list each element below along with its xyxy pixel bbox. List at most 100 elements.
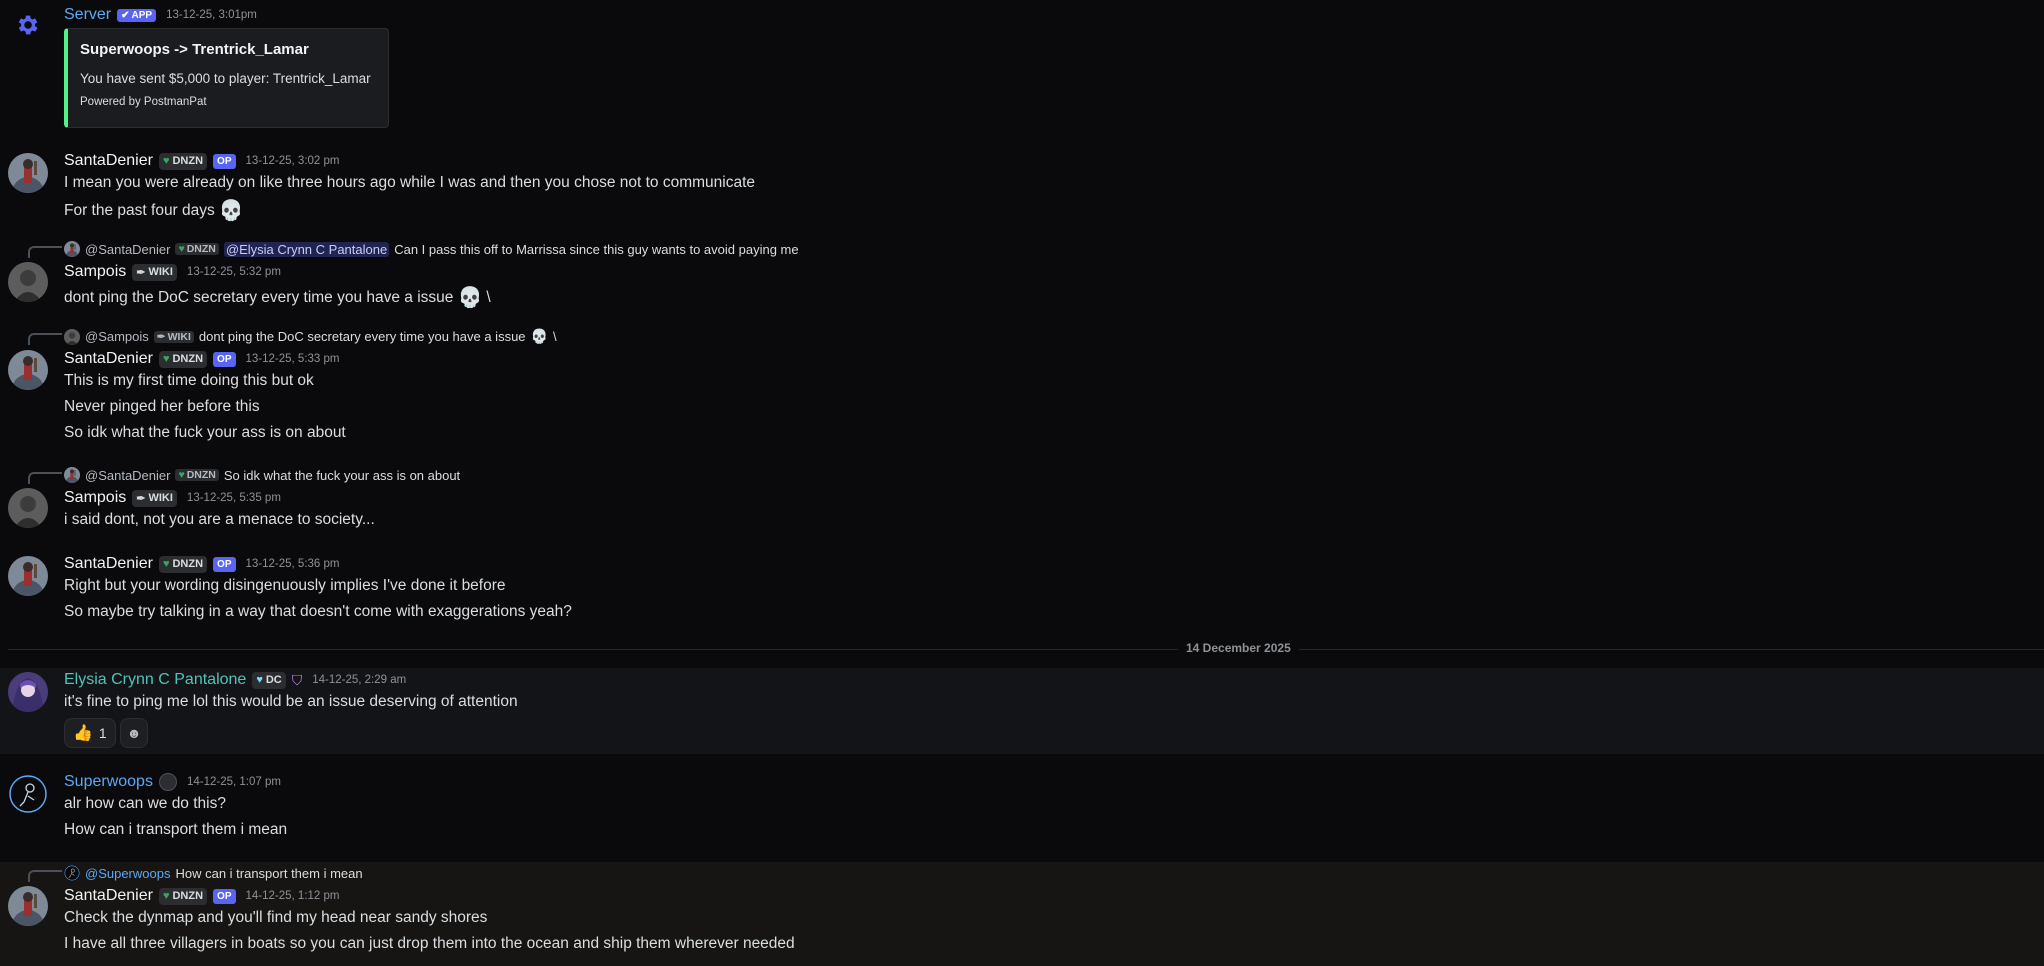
op-badge: OP — [213, 888, 236, 904]
message-text: it's fine to ping me lol this would be a… — [64, 693, 518, 710]
message: SantaDenier ♥ DNZN OP 13-12-25, 3:02 pm I… — [0, 150, 2044, 225]
author-name[interactable]: Server — [64, 6, 111, 24]
author-name[interactable]: Sampois — [64, 263, 126, 281]
reply-text: How can i transport them i mean — [175, 865, 363, 881]
message-text: alr how can we do this? — [64, 795, 226, 812]
smiley-add-icon: ☻ — [126, 725, 142, 741]
role-tag: ♥ DNZN — [158, 350, 208, 368]
role-tag: ♥ DC — [252, 671, 286, 689]
op-badge: OP — [213, 556, 236, 572]
author-name[interactable]: Sampois — [64, 489, 126, 507]
reply-preview[interactable]: @Superwoops How can i transport them i m… — [64, 865, 363, 881]
timestamp: 13-12-25, 5:33 pm — [245, 353, 340, 365]
message-text: So idk what the fuck your ass is on abou… — [64, 424, 346, 441]
avatar[interactable] — [8, 262, 48, 302]
avatar[interactable] — [8, 556, 48, 596]
mention[interactable]: @Elysia Crynn C Pantalone — [223, 241, 390, 257]
reply-preview[interactable]: @SantaDenier ♥ DNZN So idk what the fuck … — [64, 467, 460, 483]
skull-emoji-icon: 💀 — [530, 328, 548, 344]
message-text: Check the dynmap and you'll find my head… — [64, 909, 488, 926]
add-reaction-button[interactable]: ☻ — [119, 718, 149, 748]
op-badge: OP — [213, 153, 236, 169]
avatar[interactable] — [8, 672, 48, 712]
author-name[interactable]: Superwoops — [64, 773, 153, 791]
message-text: How can i transport them i mean — [64, 821, 288, 838]
reply-role-tag: ✒ WIKI — [153, 330, 194, 343]
heart-icon: ♥ — [162, 155, 170, 167]
reaction-count: 1 — [98, 725, 107, 741]
reply-author[interactable]: @Superwoops — [85, 866, 170, 881]
date-divider — [8, 649, 2044, 650]
reply-author[interactable]: @Sampois — [85, 329, 149, 344]
message-text: dont ping the DoC secretary every time y… — [64, 288, 454, 306]
reply-text: dont ping the DoC secretary every time y… — [198, 329, 526, 344]
gear-icon — [18, 15, 38, 35]
author-name[interactable]: SantaDenier — [64, 350, 153, 368]
message-text: I mean you were already on like three ho… — [64, 174, 756, 191]
reply-text: Can I pass this off to Marrissa since th… — [394, 241, 799, 257]
reply-preview[interactable]: @SantaDenier ♥ DNZN @Elysia Crynn C Panta… — [64, 241, 799, 257]
message-text: This is my first time doing this but ok — [64, 372, 314, 389]
avatar[interactable] — [8, 886, 48, 926]
message-text: Never pinged her before this — [64, 398, 260, 415]
message: Elysia Crynn C Pantalone ♥ DC ⛉ 14-12-25,… — [0, 668, 2044, 754]
role-tag: ✒ WIKI — [132, 263, 177, 281]
reply-avatar — [64, 865, 80, 881]
heart-icon: ♥ — [256, 674, 263, 686]
reply-preview[interactable]: @Sampois ✒ WIKI dont ping the DoC secreta… — [64, 328, 557, 345]
role-tag: ♥ DNZN — [158, 887, 208, 905]
message-text: So maybe try talking in a way that doesn… — [64, 603, 572, 620]
message: SantaDenier ♥ DNZN OP 13-12-25, 5:36 pm R… — [0, 555, 2044, 630]
author-name[interactable]: SantaDenier — [64, 152, 153, 170]
message: @SantaDenier ♥ DNZN @Elysia Crynn C Panta… — [0, 238, 2044, 313]
check-icon: ✔ — [121, 9, 130, 21]
message: @Sampois ✒ WIKI dont ping the DoC secreta… — [0, 325, 2044, 445]
timestamp: 13-12-25, 5:35 pm — [186, 492, 281, 504]
reply-text-suffix: \ — [552, 329, 557, 344]
profile-badge-icon — [158, 773, 177, 791]
author-name[interactable]: SantaDenier — [64, 555, 153, 573]
role-tag: ♥ DNZN — [158, 555, 208, 573]
thumbs-up-icon: 👍 — [73, 725, 93, 742]
shield-icon: ⛉ — [291, 671, 303, 688]
reply-author[interactable]: @SantaDenier — [85, 242, 170, 257]
reply-spine — [28, 246, 62, 258]
embed-card: Superwoops -> Trentrick_Lamar You have s… — [64, 28, 389, 128]
role-tag: ✒ WIKI — [132, 489, 177, 507]
reply-avatar — [64, 241, 80, 257]
avatar[interactable] — [8, 350, 48, 390]
role-tag: ♥ DNZN — [158, 152, 208, 170]
avatar[interactable] — [8, 488, 48, 528]
reply-spine — [28, 870, 62, 882]
quill-icon: ✒ — [136, 266, 146, 279]
message-text: i said dont, not you are a menace to soc… — [64, 511, 375, 528]
timestamp: 13-12-25, 5:32 pm — [186, 266, 281, 278]
message-text: For the past four days — [64, 201, 215, 219]
reply-avatar — [64, 467, 80, 483]
message-text-suffix: \ — [486, 288, 491, 306]
message-text-row: For the past four days 💀 — [64, 198, 244, 223]
reply-author[interactable]: @SantaDenier — [85, 468, 170, 483]
heart-icon: ♥ — [178, 243, 185, 255]
op-badge: OP — [213, 351, 236, 367]
skull-emoji-icon: 💀 — [218, 200, 244, 222]
avatar[interactable] — [8, 774, 48, 814]
embed-footer: Powered by PostmanPat — [80, 96, 207, 108]
author-name[interactable]: SantaDenier — [64, 887, 153, 905]
app-badge: ✔ APP — [117, 8, 157, 22]
reply-text: So idk what the fuck your ass is on abou… — [223, 467, 461, 483]
reply-spine — [28, 472, 62, 484]
author-name[interactable]: Elysia Crynn C Pantalone — [64, 671, 246, 689]
heart-icon: ♥ — [178, 469, 185, 481]
message-text-row: dont ping the DoC secretary every time y… — [64, 285, 491, 310]
reaction-thumbs-up[interactable]: 👍 1 — [64, 718, 116, 748]
avatar[interactable] — [8, 153, 48, 193]
reply-avatar — [64, 328, 80, 345]
message-text: I have all three villagers in boats so y… — [64, 935, 795, 952]
message: @SantaDenier ♥ DNZN So idk what the fuck … — [0, 464, 2044, 536]
timestamp: 13-12-25, 5:36 pm — [245, 558, 340, 570]
heart-icon: ♥ — [162, 353, 170, 365]
timestamp: 14-12-25, 1:12 pm — [245, 890, 340, 902]
message-server: Server ✔ APP 13-12-25, 3:01pm Superwoops … — [0, 0, 2044, 140]
reactions-row: 👍 1 ☻ — [64, 718, 149, 748]
